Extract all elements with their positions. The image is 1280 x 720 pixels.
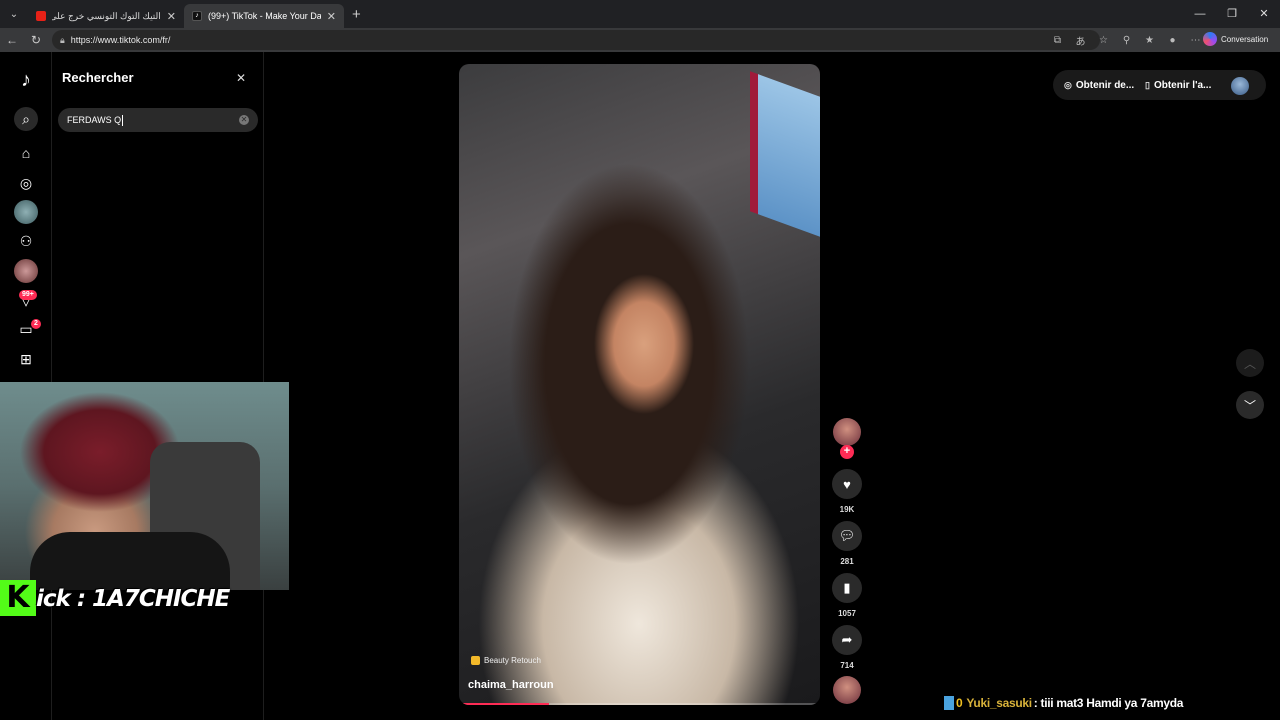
chat-badge-number: 0 bbox=[956, 696, 963, 710]
translate-icon[interactable]: あ bbox=[1069, 33, 1092, 48]
share-count: 714 bbox=[840, 661, 854, 670]
close-search-icon[interactable]: ✕ bbox=[236, 71, 246, 85]
reload-icon[interactable]: ↻ bbox=[24, 33, 48, 47]
minimize-icon[interactable]: — bbox=[1184, 0, 1216, 28]
address-toolbar: ← ↻ 🔒︎ https://www.tiktok.com/fr/ ⧉ あ ☆ … bbox=[0, 28, 1280, 52]
tab-title: التيك التوك التونسي خرج على السيد bbox=[52, 10, 161, 21]
bookmark-icon[interactable]: ▮ bbox=[832, 573, 862, 603]
video-progress-fill bbox=[459, 703, 550, 705]
tiktok-icon: ♪ bbox=[192, 11, 202, 21]
car-window bbox=[750, 71, 820, 237]
search-icon[interactable]: ⌕ bbox=[14, 107, 38, 131]
maximize-icon[interactable]: ❐ bbox=[1216, 0, 1248, 28]
comment-icon[interactable]: 💬︎ bbox=[832, 521, 862, 551]
upload-icon[interactable]: ⊞ bbox=[14, 347, 38, 371]
url-field[interactable]: 🔒︎ https://www.tiktok.com/fr/ bbox=[52, 30, 1100, 50]
chat-badge-icon bbox=[944, 696, 954, 710]
tab-actions-menu-icon[interactable]: ⌄ bbox=[0, 0, 28, 28]
effect-icon bbox=[471, 656, 480, 665]
effect-tag-label: Beauty Retouch bbox=[484, 656, 541, 665]
close-window-icon[interactable]: ✕ bbox=[1248, 0, 1280, 28]
get-coins-label: Obtenir de... bbox=[1075, 80, 1135, 91]
clear-search-icon[interactable]: ✕ bbox=[239, 115, 249, 125]
profile-avatar[interactable] bbox=[1231, 77, 1249, 95]
live-avatar[interactable] bbox=[14, 259, 38, 283]
window-controls: — ❐ ✕ bbox=[1184, 0, 1280, 28]
activity-badge: 99+ bbox=[19, 290, 37, 300]
close-tab-icon[interactable]: ✕ bbox=[167, 10, 176, 23]
search-panel-title: Rechercher bbox=[62, 70, 134, 85]
get-app-button[interactable]: ▯ Obtenir l'a... bbox=[1145, 80, 1211, 91]
chat-username: Yuki_sasuki bbox=[966, 696, 1032, 710]
browser-tab-bar: ⌄ التيك التوك التونسي خرج على السيد ✕ ♪ … bbox=[0, 0, 1280, 28]
home-icon[interactable]: ⌂ bbox=[14, 141, 38, 165]
like-count: 19K bbox=[839, 505, 855, 514]
effect-tag[interactable]: Beauty Retouch bbox=[471, 656, 541, 665]
get-coins-button[interactable]: ◎ Obtenir de... bbox=[1064, 80, 1134, 91]
phone-icon: ▯ bbox=[1145, 80, 1150, 90]
site-info-icon[interactable]: 🔒︎ bbox=[60, 35, 65, 46]
friends-icon[interactable]: ⚇ bbox=[14, 229, 38, 253]
chat-message: 0 Yuki_sasuki : tiii mat3 Hamdi ya 7amyd… bbox=[944, 696, 1183, 710]
following-avatar[interactable] bbox=[14, 200, 38, 224]
search-input-value: FERDAWS Q bbox=[67, 115, 122, 125]
previous-video-chevron-up-icon[interactable]: ︿ bbox=[1236, 349, 1264, 377]
copilot-icon bbox=[1203, 32, 1217, 46]
kick-banner: K ick : 1A7CHICHE bbox=[0, 580, 294, 618]
coins-icon: ◎ bbox=[1064, 80, 1072, 90]
music-disc-avatar[interactable] bbox=[833, 676, 861, 704]
search-input[interactable]: FERDAWS Q ✕ bbox=[58, 108, 258, 132]
comment-count: 281 bbox=[840, 557, 854, 566]
kick-channel-text: ick : 1A7CHICHE bbox=[36, 586, 230, 612]
streamer-webcam bbox=[0, 382, 289, 590]
browser-tab-youtube[interactable]: التيك التوك التونسي خرج على السيد ✕ bbox=[28, 4, 184, 28]
video-player[interactable]: Beauty Retouch chaima_harroun bbox=[459, 64, 820, 705]
favorites-icon[interactable]: ★ bbox=[1138, 35, 1161, 46]
video-author[interactable]: chaima_harroun bbox=[468, 679, 554, 691]
video-progress-bar[interactable] bbox=[459, 703, 820, 705]
kick-logo-letter: K bbox=[0, 580, 36, 616]
save-count: 1057 bbox=[838, 609, 856, 618]
copilot-button[interactable]: Conversation bbox=[1203, 32, 1268, 46]
favorite-star-icon[interactable]: ☆ bbox=[1092, 35, 1115, 46]
share-arrow-icon[interactable]: ➦ bbox=[832, 625, 862, 655]
tiktok-logo-icon[interactable]: ♪ bbox=[14, 68, 38, 92]
explore-compass-icon[interactable]: ◎ bbox=[14, 171, 38, 195]
extensions-icon[interactable]: ⚲ bbox=[1115, 35, 1138, 46]
messages-badge: 2 bbox=[31, 319, 41, 329]
creator-avatar[interactable] bbox=[833, 418, 861, 446]
close-tab-icon[interactable]: ✕ bbox=[327, 10, 336, 23]
new-tab-icon[interactable]: + bbox=[352, 6, 361, 23]
url-text: https://www.tiktok.com/fr/ bbox=[70, 35, 171, 45]
chat-text: : tiii mat3 Hamdi ya 7amyda bbox=[1033, 696, 1184, 710]
copilot-label: Conversation bbox=[1221, 34, 1269, 44]
get-app-label: Obtenir l'a... bbox=[1153, 80, 1212, 91]
youtube-icon bbox=[36, 11, 46, 21]
like-heart-icon[interactable]: ♥ bbox=[832, 469, 862, 499]
next-video-chevron-down-icon[interactable]: ﹀ bbox=[1236, 391, 1264, 419]
browser-tab-tiktok[interactable]: ♪ (99+) TikTok - Make Your Day ✕ bbox=[184, 4, 344, 28]
toolbar-icons: ⧉ あ ☆ ⚲ ★ ● ⋯ bbox=[1046, 28, 1207, 52]
text-caret bbox=[122, 114, 124, 126]
follow-plus-icon[interactable]: + bbox=[840, 445, 854, 459]
tab-title: (99+) TikTok - Make Your Day bbox=[208, 11, 321, 21]
open-in-app-icon[interactable]: ⧉ bbox=[1046, 35, 1069, 46]
back-icon[interactable]: ← bbox=[0, 33, 24, 47]
profile-icon[interactable]: ● bbox=[1161, 35, 1184, 46]
